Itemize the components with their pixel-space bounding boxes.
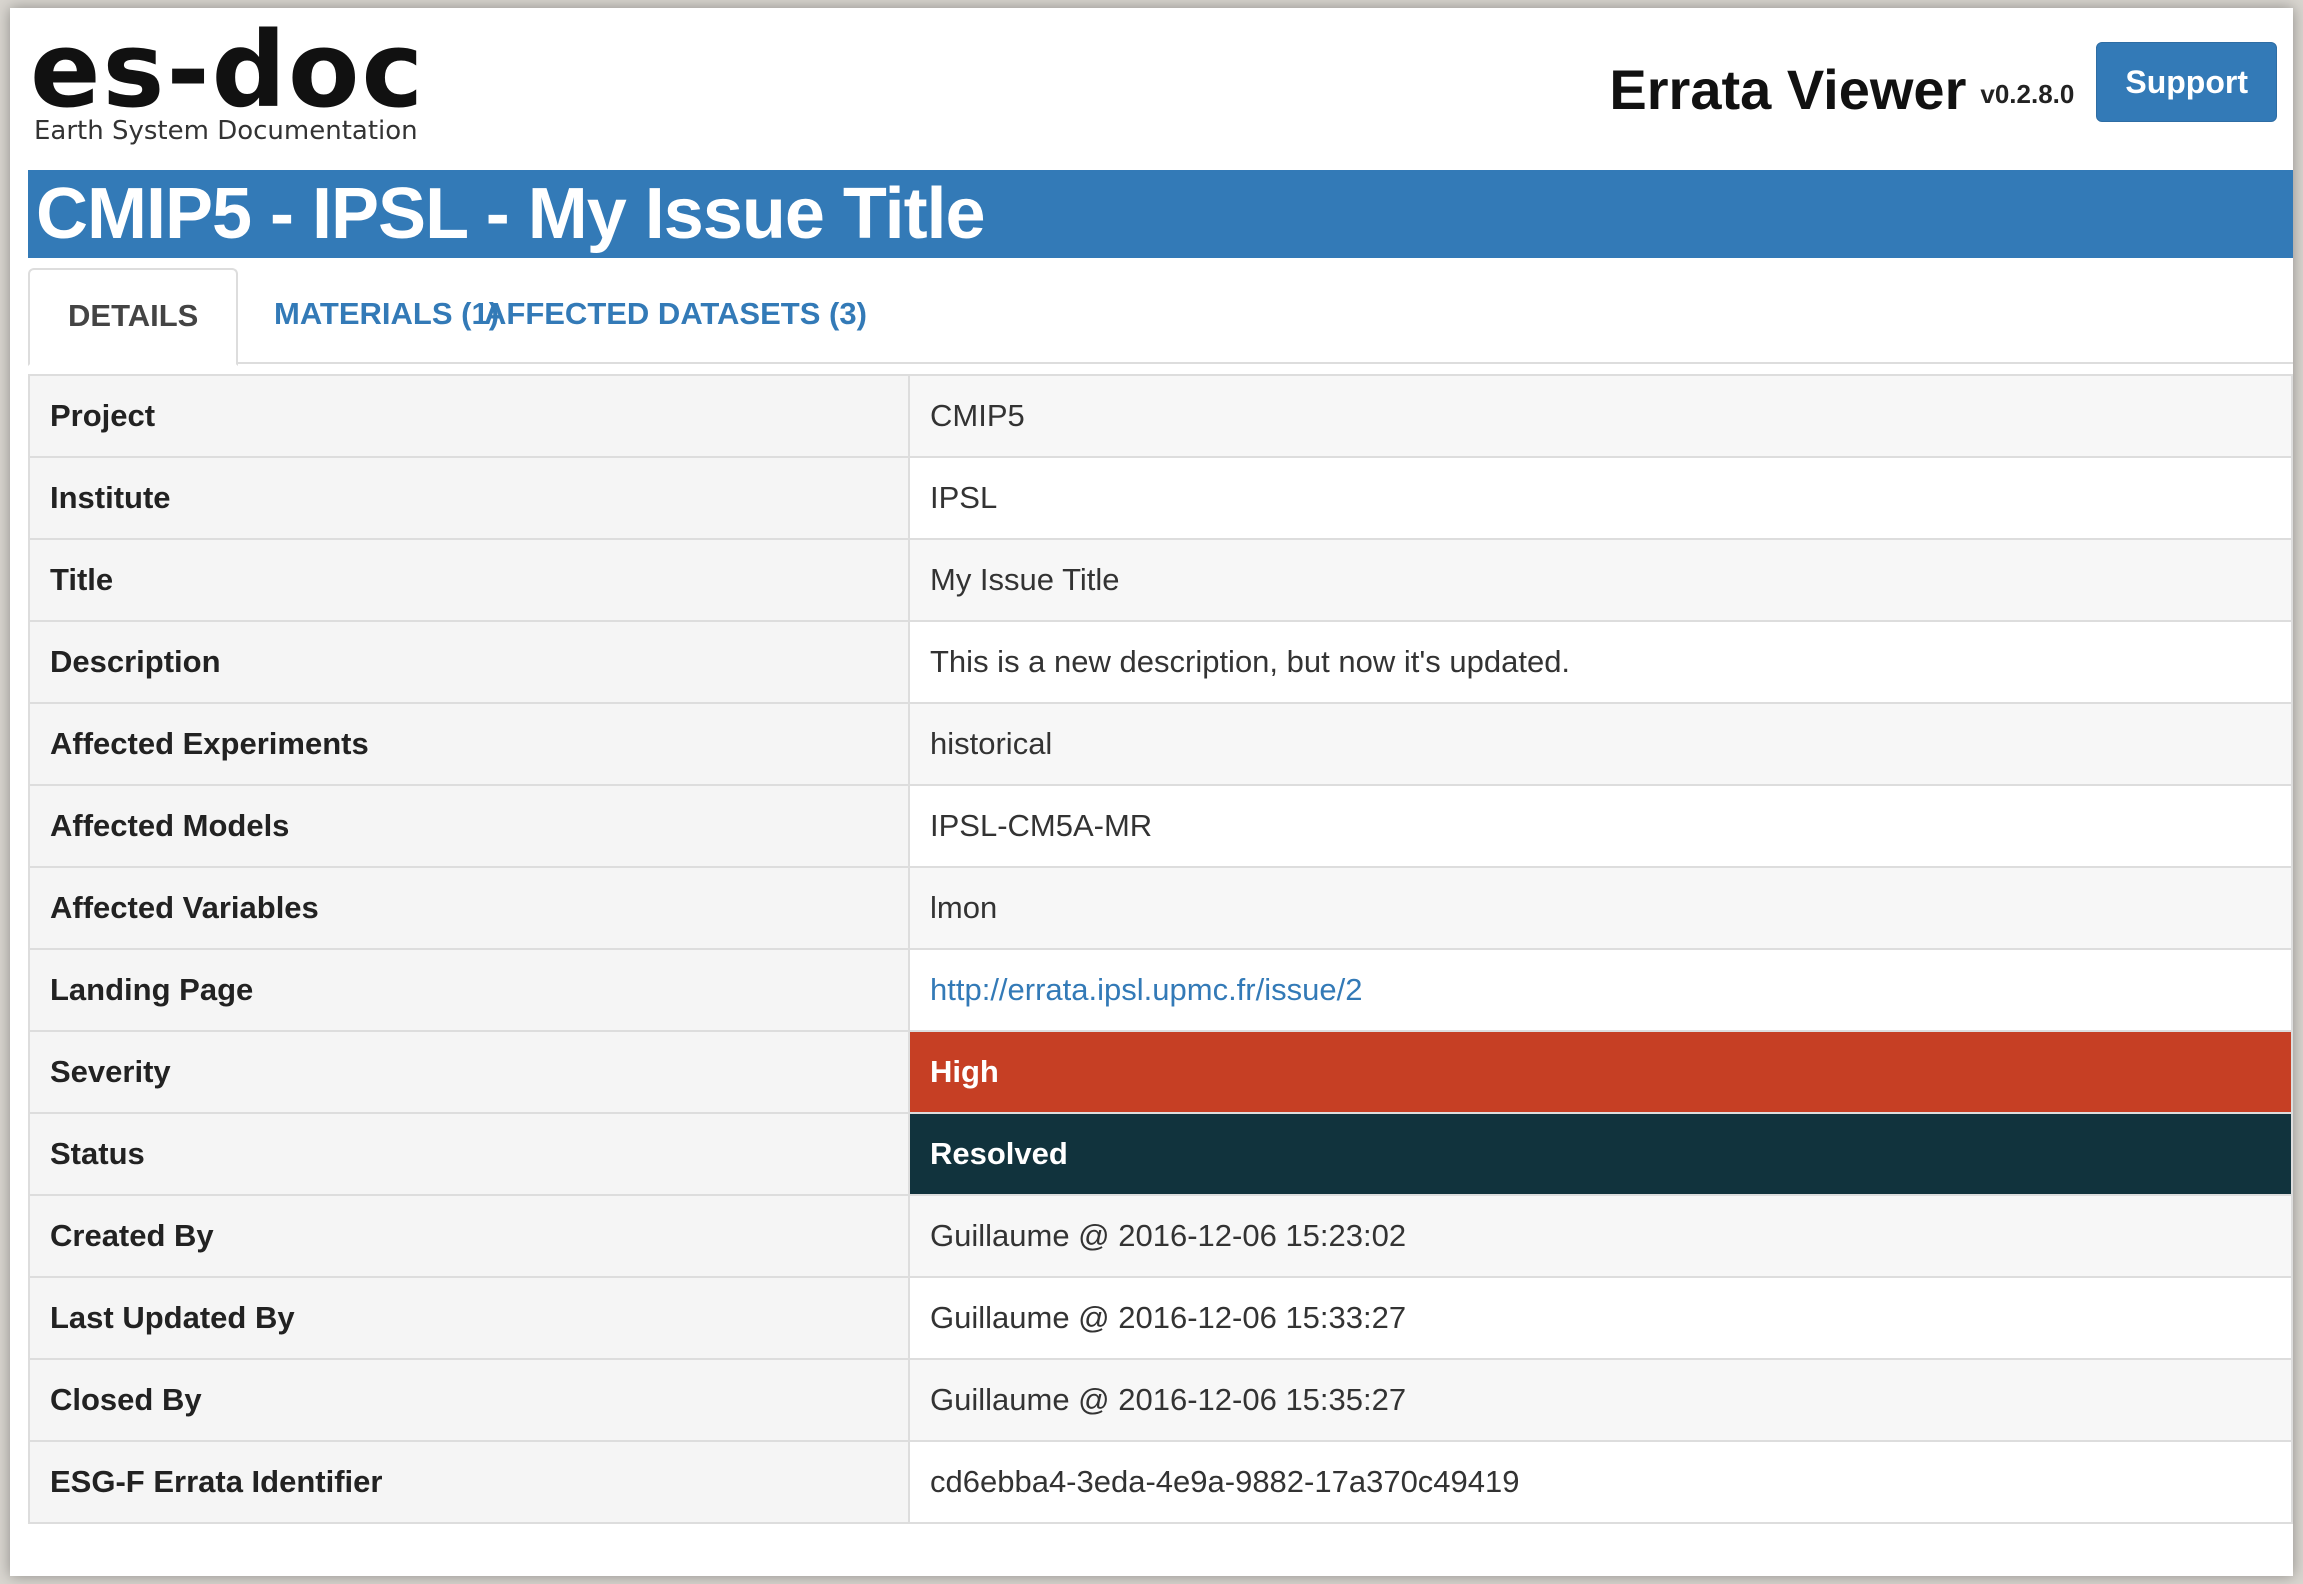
page: es-doc Earth System Documentation Errata… [10, 8, 2293, 1576]
row-value: This is a new description, but now it's … [908, 620, 2293, 704]
table-row: Status Resolved [28, 1112, 2293, 1196]
row-key: Created By [28, 1194, 910, 1278]
row-key: Affected Experiments [28, 702, 910, 786]
row-value: http://errata.ipsl.upmc.fr/issue/2 [908, 948, 2293, 1032]
row-key: Affected Models [28, 784, 910, 868]
table-row: ESG-F Errata Identifier cd6ebba4-3eda-4e… [28, 1440, 2293, 1524]
table-row: Title My Issue Title [28, 538, 2293, 622]
header-right: Errata Viewer v0.2.8.0 Support [1609, 42, 2277, 124]
table-row: Affected Experiments historical [28, 702, 2293, 786]
row-value: lmon [908, 866, 2293, 950]
page-title: CMIP5 - IPSL - My Issue Title [28, 170, 2293, 258]
row-key: Closed By [28, 1358, 910, 1442]
table-row: Institute IPSL [28, 456, 2293, 540]
row-value: Guillaume @ 2016-12-06 15:23:02 [908, 1194, 2293, 1278]
status-badge: Resolved [908, 1112, 2293, 1196]
row-key: ESG-F Errata Identifier [28, 1440, 910, 1524]
table-row: Description This is a new description, b… [28, 620, 2293, 704]
table-row: Landing Page http://errata.ipsl.upmc.fr/… [28, 948, 2293, 1032]
es-doc-logo[interactable]: es-doc Earth System Documentation [30, 18, 425, 146]
row-value: historical [908, 702, 2293, 786]
row-key: Affected Variables [28, 866, 910, 950]
row-key: Project [28, 374, 910, 458]
row-value: IPSL-CM5A-MR [908, 784, 2293, 868]
row-value: cd6ebba4-3eda-4e9a-9882-17a370c49419 [908, 1440, 2293, 1524]
logo-wordmark: es-doc [30, 9, 426, 131]
row-key: Landing Page [28, 948, 910, 1032]
row-key: Severity [28, 1030, 910, 1114]
row-value: Guillaume @ 2016-12-06 15:35:27 [908, 1358, 2293, 1442]
row-value: My Issue Title [908, 538, 2293, 622]
table-row: Created By Guillaume @ 2016-12-06 15:23:… [28, 1194, 2293, 1278]
row-value: CMIP5 [908, 374, 2293, 458]
row-value: IPSL [908, 456, 2293, 540]
table-row: Affected Variables lmon [28, 866, 2293, 950]
details-table: Project CMIP5 Institute IPSL Title My Is… [28, 374, 2293, 1524]
table-row: Affected Models IPSL-CM5A-MR [28, 784, 2293, 868]
table-row: Project CMIP5 [28, 374, 2293, 458]
row-key: Title [28, 538, 910, 622]
row-key: Description [28, 620, 910, 704]
table-row: Closed By Guillaume @ 2016-12-06 15:35:2… [28, 1358, 2293, 1442]
tab-bar: DETAILS MATERIALS (1) AFFECTED DATASETS … [28, 268, 2293, 366]
severity-badge: High [908, 1030, 2293, 1114]
table-row: Last Updated By Guillaume @ 2016-12-06 1… [28, 1276, 2293, 1360]
app-name: Errata Viewer [1609, 58, 1967, 121]
tab-details[interactable]: DETAILS [28, 268, 239, 366]
logo-tagline: Earth System Documentation [34, 116, 418, 146]
row-key: Status [28, 1112, 910, 1196]
landing-page-link[interactable]: http://errata.ipsl.upmc.fr/issue/2 [930, 972, 1362, 1007]
app-version: v0.2.8.0 [1980, 79, 2075, 109]
row-value: Guillaume @ 2016-12-06 15:33:27 [908, 1276, 2293, 1360]
tab-affected-datasets[interactable]: AFFECTED DATASETS (3) [446, 268, 905, 364]
row-key: Last Updated By [28, 1276, 910, 1360]
table-row: Severity High [28, 1030, 2293, 1114]
row-key: Institute [28, 456, 910, 540]
support-button[interactable]: Support [2096, 42, 2277, 122]
